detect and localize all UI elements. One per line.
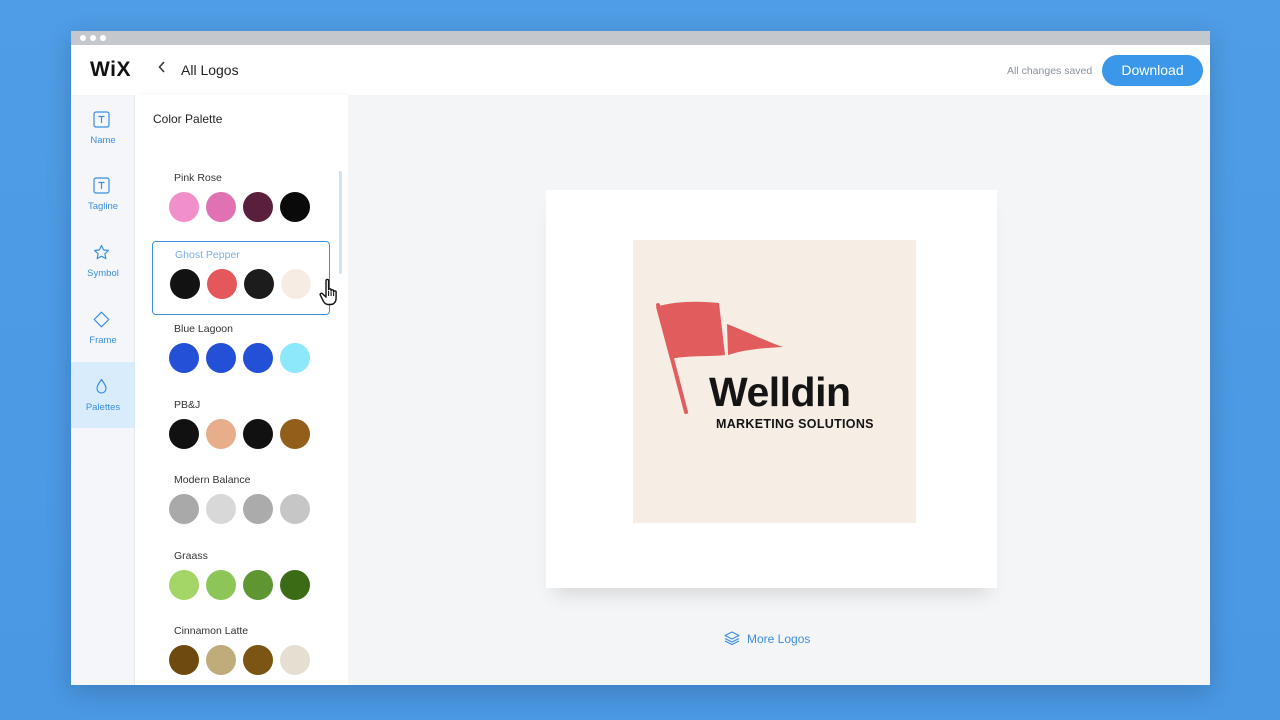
color-swatch[interactable] [243, 419, 273, 449]
breadcrumb-all-logos[interactable]: All Logos [181, 62, 239, 78]
download-button[interactable]: Download [1102, 55, 1203, 86]
title-bar [71, 31, 1210, 45]
color-swatch[interactable] [206, 645, 236, 675]
color-swatch[interactable] [169, 419, 199, 449]
rail-item-label: Symbol [87, 268, 119, 279]
hand-cursor-icon [318, 277, 344, 312]
color-swatch[interactable] [170, 269, 200, 299]
color-swatch[interactable] [169, 645, 199, 675]
color-swatch[interactable] [280, 494, 310, 524]
color-swatch[interactable] [280, 192, 310, 222]
palette-name: Graass [174, 550, 208, 562]
text-box-icon [93, 111, 110, 128]
save-status: All changes saved [1007, 65, 1093, 77]
palette-option[interactable]: PB&J [152, 392, 330, 466]
palette-name: Cinnamon Latte [174, 625, 249, 637]
drop-icon [96, 378, 107, 394]
window-dot [90, 35, 96, 41]
rail-item-label: Name [90, 135, 116, 146]
tool-rail: Name Tagline Symbol Frame Palettes [71, 95, 135, 685]
color-swatch[interactable] [169, 192, 199, 222]
palette-name: Pink Rose [174, 172, 222, 184]
logo-artwork: Welldin MARKETING SOLUTIONS [633, 240, 916, 523]
color-swatch[interactable] [243, 192, 273, 222]
text-box-icon [93, 177, 110, 194]
panel-title: Color Palette [153, 112, 223, 126]
color-swatch[interactable] [280, 645, 310, 675]
color-swatch[interactable] [206, 343, 236, 373]
color-swatch[interactable] [280, 570, 310, 600]
palette-option[interactable]: Graass [152, 543, 330, 617]
rail-item-symbol[interactable]: Symbol [71, 228, 135, 294]
color-swatch[interactable] [206, 192, 236, 222]
brand-tagline: MARKETING SOLUTIONS [716, 417, 874, 431]
top-bar: WiX All Logos All changes saved Download [71, 45, 1210, 95]
palette-name: PB&J [174, 399, 201, 411]
color-swatch[interactable] [206, 570, 236, 600]
color-swatch[interactable] [206, 494, 236, 524]
back-chevron-icon[interactable] [158, 61, 166, 73]
preview-canvas: Welldin MARKETING SOLUTIONS More Logos [348, 95, 1210, 685]
logo-preview-card: Welldin MARKETING SOLUTIONS [546, 190, 997, 588]
rail-item-tagline[interactable]: Tagline [71, 161, 135, 227]
color-palette-panel: Color Palette Pink Rose Ghost Pepper Blue … [135, 95, 348, 685]
color-swatch[interactable] [206, 419, 236, 449]
panel-scrollbar[interactable] [339, 171, 342, 274]
color-swatch[interactable] [244, 269, 274, 299]
palette-name: Blue Lagoon [174, 323, 233, 335]
color-swatch[interactable] [243, 645, 273, 675]
diamond-icon [93, 311, 110, 328]
color-swatch[interactable] [281, 269, 311, 299]
palette-option[interactable]: Ghost Pepper [152, 241, 330, 315]
palette-option[interactable]: Blue Lagoon [152, 316, 330, 390]
color-swatch[interactable] [243, 570, 273, 600]
palette-name: Ghost Pepper [175, 249, 240, 261]
app-window: WiX All Logos All changes saved Download… [71, 31, 1210, 685]
rail-item-name[interactable]: Name [71, 95, 135, 161]
more-logos-label: More Logos [747, 632, 811, 646]
palette-option[interactable]: Pink Rose [152, 165, 330, 239]
rail-item-palettes[interactable]: Palettes [71, 362, 135, 428]
rail-item-label: Frame [89, 335, 117, 346]
color-swatch[interactable] [280, 419, 310, 449]
rail-item-frame[interactable]: Frame [71, 295, 135, 361]
color-swatch[interactable] [169, 343, 199, 373]
star-icon [94, 244, 109, 260]
color-swatch[interactable] [169, 570, 199, 600]
color-swatch[interactable] [280, 343, 310, 373]
wix-logo: WiX [90, 58, 131, 81]
window-dot [80, 35, 86, 41]
color-swatch[interactable] [243, 494, 273, 524]
brand-name: Welldin [709, 369, 851, 415]
window-dot [100, 35, 106, 41]
rail-item-label: Palettes [85, 402, 121, 413]
layers-icon [724, 631, 740, 645]
rail-item-label: Tagline [87, 201, 119, 212]
color-swatch[interactable] [243, 343, 273, 373]
palette-option[interactable]: Modern Balance [152, 467, 330, 541]
palette-option[interactable]: Cinnamon Latte [152, 618, 330, 685]
color-swatch[interactable] [169, 494, 199, 524]
color-swatch[interactable] [207, 269, 237, 299]
palette-name: Modern Balance [174, 474, 251, 486]
